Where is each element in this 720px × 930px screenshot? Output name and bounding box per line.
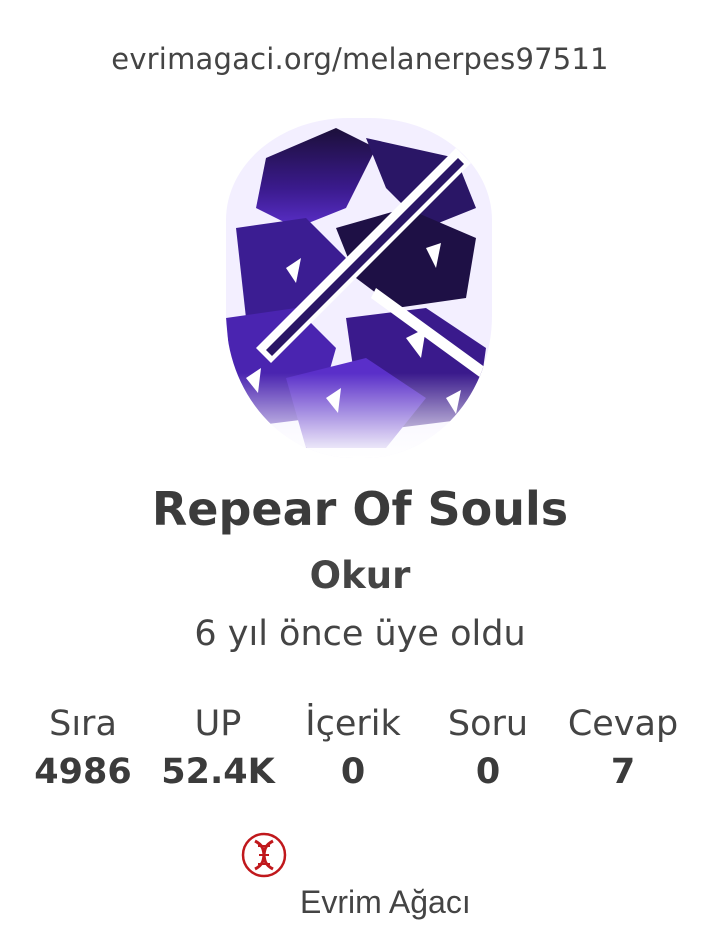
stat-value: 7 bbox=[610, 752, 636, 792]
profile-username: Repear Of Souls bbox=[151, 482, 569, 536]
stat-content: İçerik 0 bbox=[288, 702, 418, 798]
stat-value: 52.4K bbox=[161, 752, 275, 792]
stat-questions: Soru 0 bbox=[423, 702, 553, 798]
stat-value: 4986 bbox=[34, 752, 132, 792]
stat-label: Sıra bbox=[49, 704, 117, 744]
stat-value: 0 bbox=[340, 752, 366, 792]
profile-joined-date: 6 yıl önce üye oldu bbox=[194, 614, 526, 654]
profile-url: evrimagaci.org/melanerpes97511 bbox=[111, 42, 609, 76]
profile-stats: Sıra 4986 UP 52.4K İçerik 0 Soru 0 Cevap… bbox=[18, 702, 688, 798]
profile-role: Okur bbox=[309, 554, 411, 597]
profile-avatar bbox=[226, 118, 492, 458]
stat-label: UP bbox=[194, 704, 242, 744]
stat-answers: Cevap 7 bbox=[558, 702, 688, 798]
stat-rank: Sıra 4986 bbox=[18, 702, 148, 798]
stat-label: Soru bbox=[447, 704, 529, 744]
brand-name: Evrim Ağacı bbox=[300, 884, 471, 920]
warrior-avatar-icon bbox=[226, 118, 492, 458]
stat-up: UP 52.4K bbox=[153, 702, 283, 798]
stat-value: 0 bbox=[475, 752, 501, 792]
stat-label: İçerik bbox=[305, 704, 401, 744]
stat-label: Cevap bbox=[567, 704, 679, 744]
dna-logo-icon bbox=[241, 832, 287, 878]
